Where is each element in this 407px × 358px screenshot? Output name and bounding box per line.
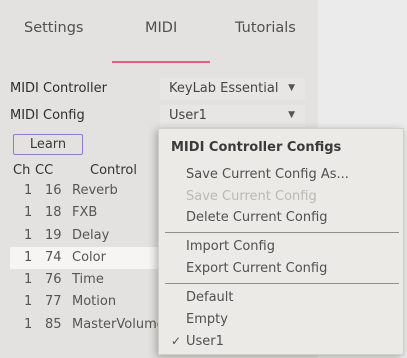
channel-cell: 1 xyxy=(24,272,33,288)
control-cell: MasterVolume xyxy=(72,316,165,332)
menu-divider xyxy=(165,283,399,284)
channel-cell: 1 xyxy=(24,294,33,310)
control-cell: FXB xyxy=(72,205,98,221)
chevron-down-icon: ▼ xyxy=(288,83,295,93)
control-cell: Time xyxy=(72,272,104,288)
learn-button[interactable]: Learn xyxy=(13,134,83,155)
menu-item-user1[interactable]: ✓ User1 xyxy=(171,334,224,349)
cc-cell: 85 xyxy=(45,316,62,332)
midi-config-dropdown[interactable]: User1 ▼ xyxy=(160,105,305,127)
tab-tutorials[interactable]: Tutorials xyxy=(235,20,296,36)
menu-item-label: User1 xyxy=(186,334,224,349)
control-cell: Motion xyxy=(72,294,117,310)
channel-cell: 1 xyxy=(24,227,33,243)
column-header-ch: Ch xyxy=(13,163,31,178)
chevron-down-icon: ▼ xyxy=(288,110,295,120)
cc-cell: 18 xyxy=(45,205,62,221)
menu-item-default[interactable]: Default xyxy=(186,290,234,305)
channel-cell: 1 xyxy=(24,205,33,221)
midi-controller-configs-menu: MIDI Controller Configs Save Current Con… xyxy=(158,128,404,355)
channel-cell: 1 xyxy=(24,249,33,265)
channel-cell: 1 xyxy=(24,183,33,198)
active-tab-indicator xyxy=(112,61,210,63)
midi-controller-label: MIDI Controller xyxy=(10,81,107,96)
menu-item-import-config[interactable]: Import Config xyxy=(186,239,275,254)
menu-divider xyxy=(165,232,399,233)
tab-bar: Settings MIDI Tutorials xyxy=(0,0,318,64)
column-header-cc: CC xyxy=(35,163,54,178)
tab-settings[interactable]: Settings xyxy=(24,20,83,36)
menu-item-save-config-as[interactable]: Save Current Config As... xyxy=(186,167,349,182)
cc-cell: 19 xyxy=(45,227,62,243)
cc-cell: 16 xyxy=(45,183,62,198)
midi-config-label: MIDI Config xyxy=(10,108,85,123)
menu-title: MIDI Controller Configs xyxy=(171,140,342,155)
menu-item-empty[interactable]: Empty xyxy=(186,312,228,327)
menu-item-save-config: Save Current Config xyxy=(186,189,317,204)
menu-item-export-config[interactable]: Export Current Config xyxy=(186,261,327,276)
control-cell: Reverb xyxy=(72,183,118,198)
control-cell: Color xyxy=(72,249,106,265)
channel-cell: 1 xyxy=(24,316,33,332)
tab-midi[interactable]: MIDI xyxy=(145,20,177,36)
midi-controller-dropdown[interactable]: KeyLab Essential ▼ xyxy=(160,78,305,100)
cc-cell: 74 xyxy=(45,249,62,265)
cc-cell: 77 xyxy=(45,294,62,310)
menu-item-delete-config[interactable]: Delete Current Config xyxy=(186,210,328,225)
checkmark-icon: ✓ xyxy=(171,334,182,348)
midi-config-value: User1 xyxy=(169,108,207,123)
cc-cell: 76 xyxy=(45,272,62,288)
midi-controller-value: KeyLab Essential xyxy=(169,81,279,96)
column-header-control: Control xyxy=(90,163,137,178)
control-cell: Delay xyxy=(72,227,110,243)
